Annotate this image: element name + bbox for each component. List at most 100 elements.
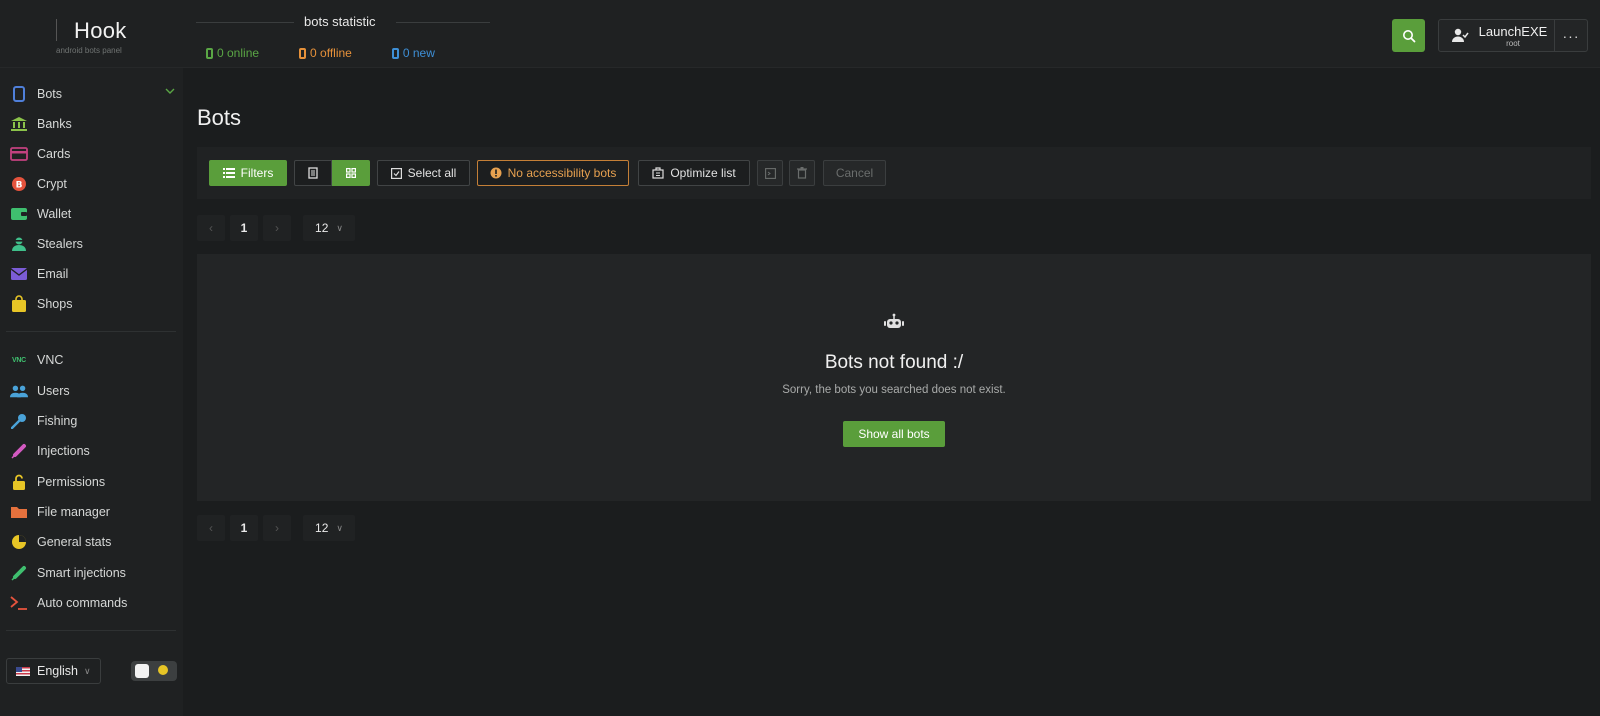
- chevron-left-icon: ‹: [209, 221, 213, 235]
- us-flag-icon: [16, 666, 30, 676]
- page-number-label: 1: [240, 521, 248, 535]
- page-size-select[interactable]: 12 ∨: [303, 215, 355, 241]
- sidebar-item-file-manager[interactable]: File manager: [10, 500, 175, 524]
- terminal-icon: [10, 594, 28, 612]
- next-page-button[interactable]: ›: [263, 515, 291, 541]
- user-check-icon: [1452, 28, 1469, 42]
- cancel-button[interactable]: Cancel: [823, 160, 886, 186]
- svg-text:B: B: [16, 181, 23, 191]
- stat-offline: 0 offline: [299, 46, 352, 60]
- user-role: root: [1506, 39, 1520, 48]
- sidebar-item-email[interactable]: Email: [10, 262, 175, 286]
- sidebar-item-wallet[interactable]: Wallet: [10, 202, 175, 226]
- sidebar-item-label: Wallet: [37, 207, 72, 221]
- smart-syringe-icon: [10, 564, 28, 582]
- logo-mark-icon: [56, 19, 68, 41]
- folder-icon: [10, 503, 28, 521]
- sidebar-item-label: Shops: [37, 297, 73, 311]
- sidebar-item-label: Banks: [37, 117, 72, 131]
- list-icon: [222, 168, 235, 178]
- user-menu[interactable]: LaunchEXE root ···: [1438, 19, 1588, 52]
- prev-page-button[interactable]: ‹: [197, 515, 225, 541]
- sidebar-item-label: Cards: [37, 147, 71, 161]
- sidebar-item-smart-injections[interactable]: Smart injections: [10, 561, 175, 585]
- select-all-button[interactable]: Select all: [377, 160, 470, 186]
- list-view-button[interactable]: [294, 160, 332, 186]
- sidebar-item-label: Auto commands: [37, 596, 128, 610]
- sidebar-item-shops[interactable]: Shops: [10, 292, 175, 316]
- sidebar-item-label: General stats: [37, 535, 112, 549]
- chevron-down-icon: ∨: [336, 222, 343, 233]
- vnc-icon: VNC: [10, 351, 28, 369]
- chevron-right-icon: ›: [275, 221, 279, 235]
- theme-toggle[interactable]: [131, 661, 177, 681]
- sidebar-item-general-stats[interactable]: General stats: [10, 530, 175, 554]
- sidebar-item-injections[interactable]: Injections: [10, 439, 175, 463]
- search-button[interactable]: [1392, 19, 1425, 52]
- trash-icon: [797, 167, 807, 179]
- optimize-list-button[interactable]: Optimize list: [638, 160, 750, 186]
- show-all-bots-button[interactable]: Show all bots: [843, 421, 945, 447]
- page-number-button[interactable]: 1: [230, 215, 258, 241]
- sidebar-item-users[interactable]: Users: [10, 379, 175, 403]
- stealer-icon: [10, 235, 28, 253]
- checkbox-icon: [390, 167, 402, 179]
- key-icon: [10, 412, 28, 430]
- stat-online-label: 0 online: [217, 46, 260, 60]
- sidebar-item-label: Users: [37, 384, 70, 398]
- prev-page-button[interactable]: ‹: [197, 215, 225, 241]
- phone-icon: [299, 47, 307, 59]
- page-size-label: 12: [315, 221, 329, 235]
- app-subtitle: android bots panel: [56, 46, 122, 55]
- sidebar-item-crypt[interactable]: B Crypt: [10, 172, 175, 196]
- user-name: LaunchEXE: [1478, 24, 1548, 39]
- show-all-bots-label: Show all bots: [858, 427, 930, 441]
- more-icon: ···: [1562, 27, 1580, 44]
- stat-offline-label: 0 offline: [310, 46, 352, 60]
- sidebar-item-banks[interactable]: Banks: [10, 112, 175, 136]
- toggle-knob: [135, 664, 149, 678]
- email-icon: [10, 265, 28, 283]
- phone-icon: [206, 47, 213, 59]
- sidebar-item-stealers[interactable]: Stealers: [10, 232, 175, 256]
- terminal-button[interactable]: [757, 160, 783, 186]
- no-accessibility-label: No accessibility bots: [507, 166, 617, 180]
- chevron-down-icon: ∨: [336, 522, 343, 533]
- vnc-badge: VNC: [12, 356, 26, 364]
- stat-new-label: 0 new: [402, 46, 435, 60]
- sidebar-item-permissions[interactable]: Permissions: [10, 470, 175, 494]
- lightbulb-icon: [158, 665, 168, 675]
- no-accessibility-bots-button[interactable]: No accessibility bots: [477, 160, 629, 186]
- sidebar-item-cards[interactable]: Cards: [10, 142, 175, 166]
- empty-state-subtitle: Sorry, the bots you searched does not ex…: [782, 384, 1006, 396]
- app-logo[interactable]: Hook android bots panel: [56, 18, 127, 55]
- sidebar-item-fishing[interactable]: Fishing: [10, 409, 175, 433]
- select-all-label: Select all: [407, 166, 457, 180]
- top-header: Hook android bots panel bots statistic 0…: [0, 0, 1600, 68]
- grid-view-button[interactable]: [332, 160, 370, 186]
- sidebar-item-bots[interactable]: Bots: [10, 82, 175, 106]
- delete-button[interactable]: [789, 160, 815, 186]
- sidebar: Bots Banks Cards B Crypt Wallet Stealers…: [0, 68, 183, 716]
- page-number-button[interactable]: 1: [230, 515, 258, 541]
- terminal-icon: [764, 167, 776, 179]
- page-title: Bots: [197, 105, 242, 130]
- language-select[interactable]: English ∨: [6, 658, 101, 684]
- more-options-button[interactable]: ···: [1554, 20, 1587, 51]
- sidebar-item-label: Crypt: [37, 177, 67, 191]
- sidebar-item-auto-commands[interactable]: Auto commands: [10, 591, 175, 615]
- sidebar-divider: [6, 331, 176, 332]
- bots-toolbar: Filters Select all No accessibility bots…: [197, 147, 1591, 199]
- empty-state-title: Bots not found :/: [824, 352, 964, 373]
- building-icon: [652, 167, 664, 179]
- pie-chart-icon: [10, 533, 28, 551]
- card-icon: [10, 145, 28, 163]
- chevron-down-icon: ∨: [84, 665, 91, 676]
- lock-icon: [10, 473, 28, 491]
- chevron-right-icon: ›: [275, 521, 279, 535]
- page-size-select[interactable]: 12 ∨: [303, 515, 355, 541]
- next-page-button[interactable]: ›: [263, 215, 291, 241]
- filters-button[interactable]: Filters: [209, 160, 287, 186]
- sidebar-item-label: VNC: [37, 353, 64, 367]
- sidebar-item-vnc[interactable]: VNC VNC: [10, 348, 175, 372]
